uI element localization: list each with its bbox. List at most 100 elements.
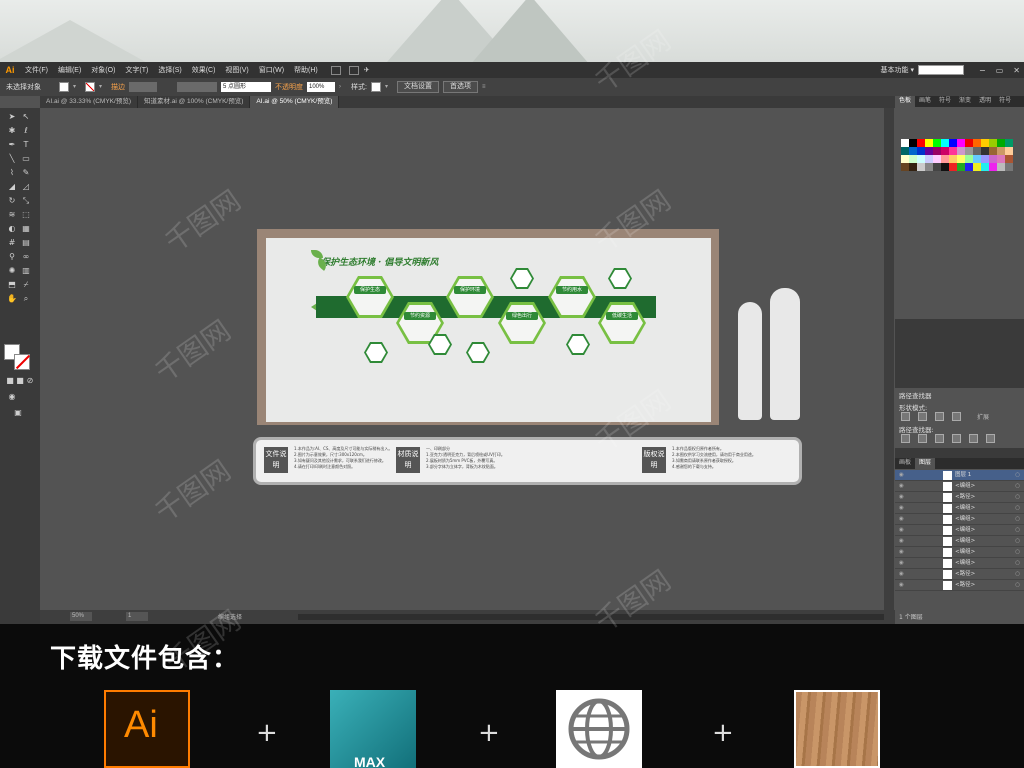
- eye-icon[interactable]: ◉: [899, 580, 904, 591]
- tab-artboards[interactable]: 画板: [895, 458, 915, 469]
- swatch-chip[interactable]: [933, 155, 941, 163]
- swatch-chip[interactable]: [901, 147, 909, 155]
- eye-icon[interactable]: ◉: [899, 558, 904, 569]
- canvas-area[interactable]: 保护生态环境 · 倡导文明新风 保护生态 节约资源 保护环境 绿色出行 节约用水…: [40, 108, 895, 610]
- menu-select[interactable]: 选择(S): [153, 65, 186, 75]
- unite-icon[interactable]: [901, 412, 910, 421]
- selection-tool-icon[interactable]: ➤: [6, 112, 18, 122]
- swatch-chip[interactable]: [965, 139, 973, 147]
- swatch-chip[interactable]: [957, 147, 965, 155]
- swatch-chip[interactable]: [941, 155, 949, 163]
- status-text[interactable]: 编组选择: [218, 612, 242, 621]
- swatch-chip[interactable]: [909, 155, 917, 163]
- direct-select-icon[interactable]: ↖: [20, 112, 32, 122]
- swatch-chip[interactable]: [989, 155, 997, 163]
- target-icon[interactable]: ○: [1015, 569, 1020, 580]
- menu-help[interactable]: 帮助(H): [289, 65, 323, 75]
- swatch-chip[interactable]: [997, 155, 1005, 163]
- gpu-icon[interactable]: ✈: [359, 66, 375, 74]
- swatch-chip[interactable]: [917, 139, 925, 147]
- rotate-icon[interactable]: ↻: [6, 196, 18, 206]
- target-icon[interactable]: ○: [1015, 481, 1020, 492]
- layer-row[interactable]: ◉ <编组> ○: [895, 481, 1024, 492]
- swatch-chip[interactable]: [925, 163, 933, 171]
- eye-icon[interactable]: ◉: [899, 503, 904, 514]
- tab-transparency[interactable]: 透明: [975, 96, 995, 107]
- swatch-chip[interactable]: [941, 163, 949, 171]
- tab-document-2[interactable]: 知道素材.ai @ 100% (CMYK/预览): [138, 96, 251, 108]
- swatch-chip[interactable]: [901, 155, 909, 163]
- target-icon[interactable]: ○: [1015, 503, 1020, 514]
- swatch-chip[interactable]: [917, 155, 925, 163]
- eye-icon[interactable]: ◉: [899, 525, 904, 536]
- tab-swatches[interactable]: 色板: [895, 96, 916, 107]
- zoom-icon[interactable]: ⌕: [20, 294, 32, 304]
- free-transform-icon[interactable]: ⬚: [20, 210, 32, 220]
- swatch-chip[interactable]: [1005, 155, 1013, 163]
- search-input[interactable]: [918, 65, 964, 75]
- brush-icon[interactable]: ⌇: [6, 168, 18, 178]
- swatch-chip[interactable]: [949, 163, 957, 171]
- layer-row[interactable]: ◉ <编组> ○: [895, 547, 1024, 558]
- line-icon[interactable]: ╲: [6, 154, 18, 164]
- swatch-chip[interactable]: [933, 139, 941, 147]
- swatch-chip[interactable]: [989, 147, 997, 155]
- swatch-chip[interactable]: [1005, 163, 1013, 171]
- swatch-chip[interactable]: [965, 147, 973, 155]
- fill-swatch[interactable]: [59, 82, 69, 92]
- minus-front-icon[interactable]: [918, 412, 927, 421]
- opacity-input[interactable]: 100%: [307, 82, 335, 92]
- rect-icon[interactable]: ▭: [20, 154, 32, 164]
- zoom-input[interactable]: 50%: [70, 612, 92, 621]
- document-setup-button[interactable]: 文档设置: [396, 81, 439, 93]
- menu-object[interactable]: 对象(O): [86, 65, 120, 75]
- tab-document-1[interactable]: AI.ai @ 33.33% (CMYK/预览): [40, 96, 138, 108]
- chevron-down-icon[interactable]: ▾: [385, 82, 393, 92]
- eye-icon[interactable]: ◉: [899, 514, 904, 525]
- blend-icon[interactable]: ∞: [20, 252, 32, 262]
- layer-row[interactable]: ◉ <编组> ○: [895, 503, 1024, 514]
- stroke-color-icon[interactable]: [14, 354, 30, 370]
- chevron-right-icon[interactable]: ›: [339, 82, 347, 92]
- width-icon[interactable]: ≋: [6, 210, 18, 220]
- expand-button[interactable]: 扩展: [977, 412, 989, 421]
- swatch-chip[interactable]: [925, 155, 933, 163]
- trim-icon[interactable]: [918, 434, 927, 443]
- stroke-label[interactable]: 描边: [111, 82, 125, 92]
- swatch-chip[interactable]: [997, 163, 1005, 171]
- hand-icon[interactable]: ✋: [6, 294, 18, 304]
- close-icon[interactable]: ✕: [1013, 66, 1020, 75]
- swatch-chip[interactable]: [925, 147, 933, 155]
- divide-icon[interactable]: [901, 434, 910, 443]
- swatch-chip[interactable]: [933, 163, 941, 171]
- swatch-chip[interactable]: [981, 147, 989, 155]
- shape-builder-icon[interactable]: ◐: [6, 224, 18, 234]
- target-icon[interactable]: ○: [1015, 470, 1020, 481]
- eye-icon[interactable]: ◉: [899, 470, 904, 481]
- artboard-icon[interactable]: ⬒: [6, 280, 18, 290]
- swatch-chip[interactable]: [965, 155, 973, 163]
- workspace-switcher[interactable]: 基本功能 ▾: [881, 65, 914, 75]
- swatch-chip[interactable]: [981, 155, 989, 163]
- eye-icon[interactable]: ◉: [899, 547, 904, 558]
- swatch-chip[interactable]: [997, 147, 1005, 155]
- target-icon[interactable]: ○: [1015, 492, 1020, 503]
- chevron-down-icon[interactable]: ▾: [73, 82, 81, 92]
- tab-symbols[interactable]: 符号: [935, 96, 955, 107]
- swatch-chip[interactable]: [973, 139, 981, 147]
- menu-file[interactable]: 文件(F): [20, 65, 53, 75]
- stroke-weight-input[interactable]: [129, 82, 157, 92]
- mesh-icon[interactable]: #: [6, 238, 18, 248]
- artboard-nav-input[interactable]: 1: [126, 612, 148, 621]
- swatch-chip[interactable]: [1005, 139, 1013, 147]
- swatch-chip[interactable]: [901, 139, 909, 147]
- swatch-chip[interactable]: [925, 139, 933, 147]
- menu-view[interactable]: 视图(V): [220, 65, 253, 75]
- swatch-chip[interactable]: [901, 163, 909, 171]
- swatch-chip[interactable]: [989, 139, 997, 147]
- target-icon[interactable]: ○: [1015, 536, 1020, 547]
- swatch-chip[interactable]: [949, 147, 957, 155]
- swatch-chip[interactable]: [973, 163, 981, 171]
- swatch-chip[interactable]: [917, 147, 925, 155]
- swatch-chip[interactable]: [941, 139, 949, 147]
